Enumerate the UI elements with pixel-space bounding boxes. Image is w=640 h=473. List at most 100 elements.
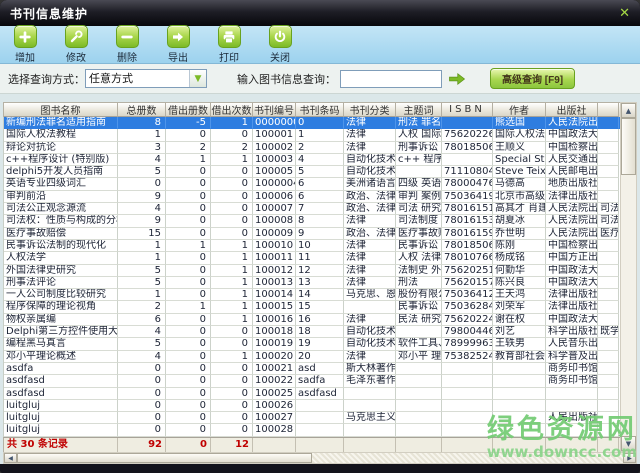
table-cell: 0 xyxy=(166,338,211,350)
table-cell: 毛泽东著作 xyxy=(344,375,396,387)
close-window-button[interactable]: 关闭 xyxy=(262,25,298,64)
table-cell: 7801615115 xyxy=(442,203,493,215)
print-button[interactable]: 打印 xyxy=(211,25,247,64)
scroll-down-icon[interactable]: ▼ xyxy=(621,436,636,451)
table-row[interactable]: 刑事法评论50110001313法律刑法7562015740陈兴良中国政法大学 xyxy=(4,277,620,289)
table-cell: 刑法 xyxy=(396,277,442,289)
column-header[interactable]: 借出册数 xyxy=(166,103,211,117)
table-cell: asdfa xyxy=(4,363,118,375)
table-cell: 邓小平 理论 思 xyxy=(396,351,442,363)
table-row[interactable]: luitgluj000100026 xyxy=(4,400,620,412)
table-row[interactable]: c++程序设计 (特别版)4111000034自动化技术.c++ 程序设计 语S… xyxy=(4,154,620,166)
table-row[interactable]: 邓小平理论概述40110002020法律邓小平 理论 思7538252479教育… xyxy=(4,351,620,363)
table-cell: 0 xyxy=(166,388,211,400)
table-row[interactable]: asdfa000100021asd斯大林著作商务印书馆 xyxy=(4,363,620,375)
column-header[interactable]: 书刊条码 xyxy=(296,103,344,117)
table-row[interactable]: Delphi第三方控件使用大全40010001818自动化技术.79800446… xyxy=(4,326,620,338)
table-cell: 法律出版社 xyxy=(546,301,598,313)
query-mode-select[interactable]: 任意方式 ▼ xyxy=(85,69,207,88)
vertical-scrollbar[interactable]: ▲ ▼ xyxy=(620,102,637,452)
toolbar: 增加 修改 删除 导出 打印 xyxy=(0,26,640,64)
table-cell: 自动化技术. xyxy=(344,338,396,350)
table-row[interactable]: 编程黑马真言50010001919自动化技术.软件工具、工具7899996309… xyxy=(4,338,620,350)
vertical-scroll-thumb[interactable] xyxy=(621,118,636,175)
column-header[interactable] xyxy=(598,103,619,117)
advanced-query-button[interactable]: 高级查询 [F9] xyxy=(490,68,575,89)
scroll-right-icon[interactable]: ▶ xyxy=(623,453,636,463)
column-header[interactable]: 总册数 xyxy=(118,103,166,117)
table-row[interactable]: luitgluj000100028 xyxy=(4,424,620,436)
table-cell: 物权亲属编 xyxy=(4,314,118,326)
table-cell: 1 xyxy=(211,277,253,289)
table-row[interactable]: 民事诉讼法制的现代化11110001010法律民事诉讼 法律7801850610… xyxy=(4,240,620,252)
table-cell: 1 xyxy=(166,154,211,166)
column-header[interactable]: 书刊分类 xyxy=(344,103,396,117)
chevron-down-icon[interactable]: ▼ xyxy=(189,70,206,87)
scroll-up-icon[interactable]: ▲ xyxy=(621,103,636,118)
close-icon[interactable]: ✕ xyxy=(619,7,630,20)
table-cell: 法律 xyxy=(344,117,396,129)
table-cell: c++程序设计 (特别版) xyxy=(4,154,118,166)
column-header[interactable]: ISBN xyxy=(442,103,493,117)
table-cell: 法律 xyxy=(344,314,396,326)
table-row[interactable]: 英语专业四级词汇00010000046美洲诸语言四级 英语7800047601马… xyxy=(4,178,620,190)
table-cell: 7538252479 xyxy=(442,351,493,363)
table-row[interactable]: 辩论对抗论3221000022法律刑事诉讼 审理780185067X王顺义中国检… xyxy=(4,142,620,154)
table-row[interactable]: 国际人权法教程1001000011法律人权 国际法 教7562022631国际人… xyxy=(4,129,620,141)
table-cell: 19 xyxy=(296,338,344,350)
window-title: 书刊信息维护 xyxy=(10,5,88,22)
column-header[interactable]: 出版社 xyxy=(546,103,598,117)
table-row[interactable]: 一人公司制度比较研究10110001414马克思、恩股份有限公司75036412… xyxy=(4,289,620,301)
table-row[interactable]: 物权亲属编60110001616法律民法 研究 中国7562022410谢在权中… xyxy=(4,314,620,326)
export-button[interactable]: 导出 xyxy=(160,25,196,64)
table-row[interactable]: delphi5开发人员指南5001000055自动化技术.7111080408S… xyxy=(4,166,620,178)
table-cell: 0 xyxy=(211,191,253,203)
column-header[interactable]: 图书名称 xyxy=(4,103,118,117)
table-row[interactable]: asdfasd000100022sadfa毛泽东著作商务印书馆 xyxy=(4,375,620,387)
footer-total-cell: 0 xyxy=(166,438,211,452)
table-row[interactable]: 审判前沿9001000066政治、法律审判 案例 研究7503641979北京市… xyxy=(4,191,620,203)
add-button[interactable]: 增加 xyxy=(7,25,43,64)
table-cell: 新编刑法罪名适用指南 xyxy=(4,117,118,129)
table-cell xyxy=(598,301,619,313)
table-cell: 0 xyxy=(211,228,253,240)
table-cell xyxy=(442,363,493,375)
column-header[interactable]: 书刊编号 xyxy=(253,103,296,117)
go-arrow-icon[interactable] xyxy=(448,72,466,86)
table-cell: 0 xyxy=(118,412,166,424)
table-cell: 1 xyxy=(211,240,253,252)
table-row[interactable]: luitgluj000100027马克思主义.人民出版社 xyxy=(4,412,620,424)
table-row[interactable]: 程序保障的理论视角21110001515民事诉讼 诉讼7503628480刘荣军… xyxy=(4,301,620,313)
table-row[interactable]: 医疗事故赔偿15001000099政治、法律医疗事故赔偿7801615980乔世… xyxy=(4,228,620,240)
table-cell: 0 xyxy=(166,351,211,363)
horizontal-scroll-thumb[interactable] xyxy=(17,453,312,463)
table-cell xyxy=(442,388,493,400)
table-row[interactable]: 司法权：性质与构成的分析9001000088法律司法制度 法的780161538… xyxy=(4,215,620,227)
table-cell: 法律 xyxy=(344,142,396,154)
table-cell xyxy=(598,363,619,375)
table-cell xyxy=(598,277,619,289)
table-cell: 0 xyxy=(211,203,253,215)
table-cell: 陈刚 xyxy=(493,240,546,252)
table-cell: 7801615380 xyxy=(442,215,493,227)
table-cell: 5 xyxy=(118,166,166,178)
table-row[interactable]: 司法公正观念源流4001000077政治、法律司法 研究7801615115高其… xyxy=(4,203,620,215)
footer-total-cell xyxy=(253,438,296,452)
horizontal-scrollbar[interactable]: ◀ ▶ xyxy=(3,452,637,464)
column-header[interactable]: 作者 xyxy=(493,103,546,117)
table-row[interactable]: 人权法学10110001111法律人权 法律 教材7801076613杨成铭中国… xyxy=(4,252,620,264)
search-input[interactable] xyxy=(340,70,442,88)
table-cell: 7562025118 xyxy=(442,265,493,277)
table-row[interactable]: 外国法律史研究50110001212法律法制史 外国 教7562025118何勤… xyxy=(4,265,620,277)
table-row[interactable]: 新编刑法罪名适用指南8-510000000000法律刑法 罪名 法律熊选国人民法… xyxy=(4,117,620,129)
scroll-left-icon[interactable]: ◀ xyxy=(4,453,17,463)
table-cell: 熊选国 xyxy=(493,117,546,129)
modify-button[interactable]: 修改 xyxy=(58,25,94,64)
table-body: 新编刑法罪名适用指南8-510000000000法律刑法 罪名 法律熊选国人民法… xyxy=(3,117,620,437)
table-row[interactable]: asdfasd000100025asdfasd xyxy=(4,388,620,400)
column-header[interactable]: 借出次数 xyxy=(211,103,253,117)
table-cell: 法律 xyxy=(344,252,396,264)
column-header[interactable]: 主题词 xyxy=(396,103,442,117)
wrench-icon xyxy=(65,25,88,48)
delete-button[interactable]: 删除 xyxy=(109,25,145,64)
